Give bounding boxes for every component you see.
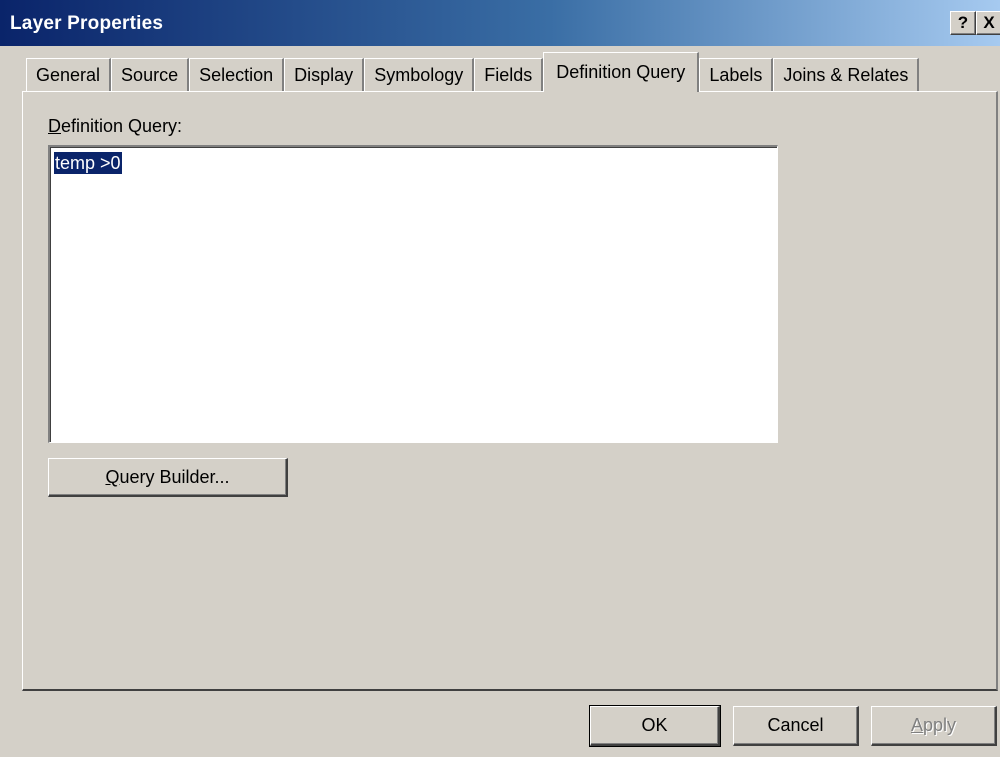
query-text-selected: temp >0 xyxy=(54,152,122,174)
tab-definition-query[interactable]: Definition Query xyxy=(543,52,700,92)
apply-button[interactable]: Apply xyxy=(871,706,997,746)
help-button[interactable]: ? xyxy=(950,11,976,35)
query-builder-button[interactable]: Query Builder... xyxy=(48,458,288,497)
title-bar: Layer Properties ? X xyxy=(0,0,1000,46)
tab-display[interactable]: Display xyxy=(284,58,365,92)
tab-source[interactable]: Source xyxy=(111,58,190,92)
tab-selection[interactable]: Selection xyxy=(189,58,285,92)
tab-joins-relates[interactable]: Joins & Relates xyxy=(773,58,920,92)
tab-strip: General Source Selection Display Symbolo… xyxy=(26,52,920,92)
close-button[interactable]: X xyxy=(976,11,1000,35)
ok-button[interactable]: OK xyxy=(589,705,721,747)
definition-query-textarea[interactable]: temp >0 xyxy=(48,145,778,443)
definition-query-label: Definition Query: xyxy=(48,116,183,136)
cancel-button[interactable]: Cancel xyxy=(733,706,859,746)
tab-fields[interactable]: Fields xyxy=(474,58,544,92)
tab-general[interactable]: General xyxy=(26,58,112,92)
window-title: Layer Properties xyxy=(10,13,164,34)
tab-symbology[interactable]: Symbology xyxy=(364,58,475,92)
tab-labels[interactable]: Labels xyxy=(699,58,774,92)
